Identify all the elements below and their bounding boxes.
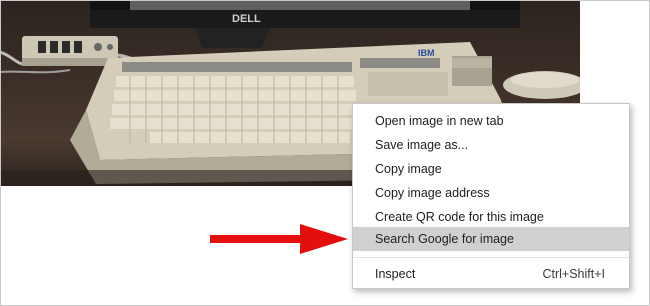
context-menu: Open image in new tab Save image as... C…: [352, 103, 630, 289]
menu-separator: [353, 257, 629, 258]
menu-item-search-google-for-image[interactable]: Search Google for image: [353, 227, 629, 251]
monitor-logo: DELL: [232, 13, 261, 25]
menu-item-label: Create QR code for this image: [375, 210, 544, 224]
menu-item-label: Open image in new tab: [375, 114, 504, 128]
menu-item-label: Save image as...: [375, 138, 469, 152]
menu-item-copy-image-address[interactable]: Copy image address: [353, 181, 629, 205]
menu-item-save-image-as[interactable]: Save image as...: [353, 133, 629, 157]
red-arrow-icon: [210, 224, 348, 254]
menu-item-label: Search Google for image: [375, 232, 514, 246]
menu-item-label: Inspect: [375, 267, 416, 281]
menu-item-label: Copy image address: [375, 186, 490, 200]
menu-item-create-qr-code[interactable]: Create QR code for this image: [353, 205, 629, 229]
keyboard-logo: IBM: [418, 48, 435, 58]
menu-item-label: Copy image: [375, 162, 442, 176]
menu-item-inspect[interactable]: Inspect Ctrl+Shift+I: [353, 262, 629, 286]
menu-item-open-image-new-tab[interactable]: Open image in new tab: [353, 109, 629, 133]
menu-item-copy-image[interactable]: Copy image: [353, 157, 629, 181]
menu-item-shortcut: Ctrl+Shift+I: [542, 267, 605, 281]
